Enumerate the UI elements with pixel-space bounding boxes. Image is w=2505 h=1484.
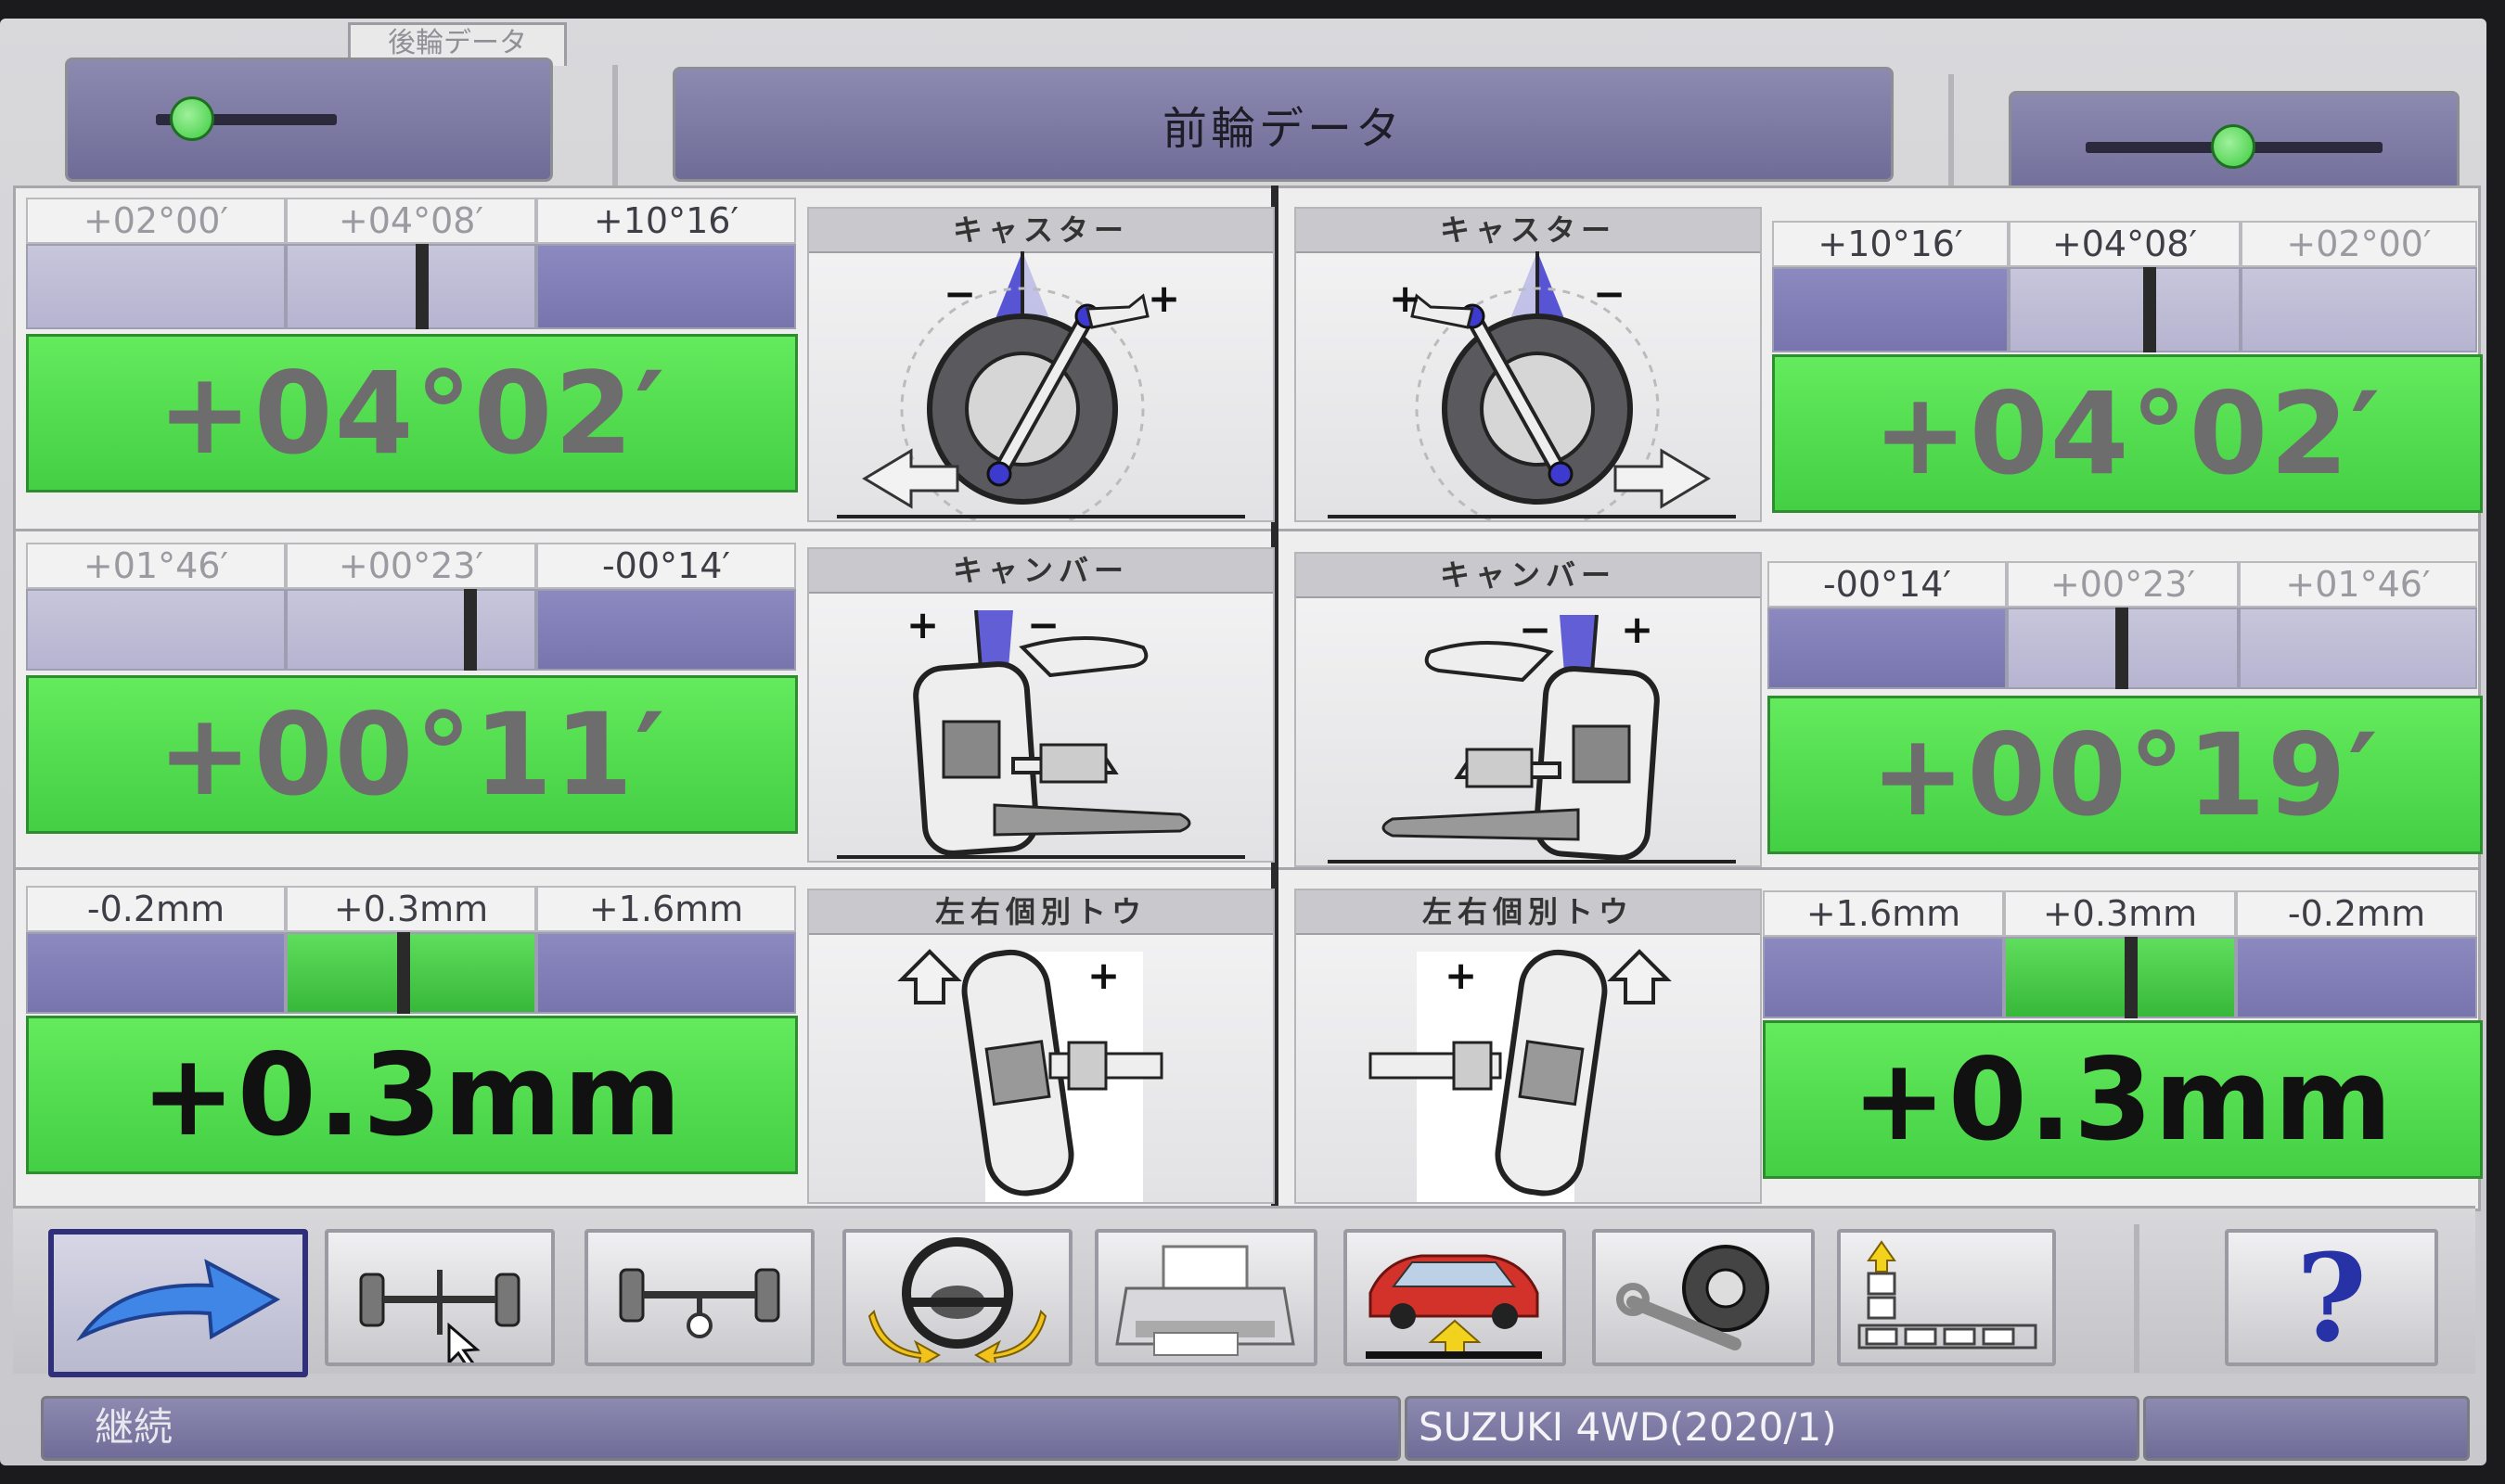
level-button[interactable]	[1837, 1229, 2056, 1366]
range-target-label: +00°23′	[2007, 561, 2239, 608]
range-target-label: +0.3mm	[2004, 890, 2236, 937]
range-min-label: +01°46′	[26, 543, 286, 589]
next-step-button[interactable]	[48, 1229, 308, 1377]
caster-left-illustration: キャスター − +	[807, 207, 1275, 522]
range-gauge	[1772, 267, 2477, 352]
status-right	[2143, 1396, 2470, 1461]
range-target-label: +04°08′	[286, 198, 536, 244]
vehicle-lift-button[interactable]	[1343, 1229, 1566, 1366]
print-button[interactable]	[1095, 1229, 1317, 1366]
toe-right-illustration: 左右個別トウ +	[1294, 889, 1762, 1204]
range-min-label: +02°00′	[2241, 221, 2477, 267]
range-max-label: +10°16′	[536, 198, 796, 244]
svg-text:+: +	[1445, 953, 1477, 998]
svg-text:−: −	[1593, 271, 1625, 316]
caster-right-value: +04°02′	[1772, 354, 2483, 513]
range-max-label: +1.6mm	[1763, 890, 2004, 937]
gauge-needle	[2115, 608, 2128, 689]
svg-text:+: +	[1389, 275, 1421, 321]
caster-left-value: +04°02′	[26, 334, 798, 493]
camber-right-illustration: キャンバー − +	[1294, 552, 1762, 867]
gauge-needle	[2143, 267, 2156, 352]
range-target-label: +0.3mm	[286, 886, 536, 932]
camber-left-illustration: キャンバー + −	[807, 547, 1275, 863]
gauge-needle	[397, 932, 410, 1014]
range-min-label: +02°00′	[26, 198, 286, 244]
toe-right-value: +0.3mm	[1763, 1020, 2483, 1179]
camber-right-value: +00°19′	[1767, 696, 2483, 854]
printer-icon	[1115, 1245, 1295, 1356]
car-lift-icon	[1366, 1254, 1542, 1359]
status-vehicle: SUZUKI 4WD(2020/1)	[1405, 1396, 2139, 1461]
range-max-label: +10°16′	[1772, 221, 2009, 267]
toe-left-illustration: 左右個別トウ +	[807, 889, 1275, 1204]
help-button[interactable]: ?	[2225, 1226, 2438, 1369]
range-max-label: +1.6mm	[536, 886, 796, 932]
svg-text:+: +	[1148, 275, 1180, 321]
rear-data-button[interactable]	[65, 58, 553, 182]
range-gauge	[26, 244, 796, 329]
steering-button[interactable]	[842, 1229, 1073, 1366]
range-gauge	[26, 589, 796, 671]
range-target-label: +00°23′	[286, 543, 536, 589]
gauge-needle	[464, 589, 477, 671]
level-bars-icon	[1857, 1240, 2037, 1350]
svg-text:−: −	[1027, 602, 1060, 647]
gauge-needle	[2125, 937, 2138, 1018]
status-continue[interactable]: 継続	[41, 1396, 1401, 1461]
range-max-label: -00°14′	[1767, 561, 2007, 608]
tools-button[interactable]	[1592, 1229, 1815, 1366]
range-target-label: +04°08′	[2009, 221, 2241, 267]
range-min-label: +01°46′	[2239, 561, 2477, 608]
caster-right-illustration: キャスター + −	[1294, 207, 1762, 522]
svg-text:+: +	[906, 602, 939, 647]
range-min-label: -0.2mm	[2236, 890, 2477, 937]
steering-wheel-icon	[867, 1237, 1047, 1362]
svg-text:+: +	[1087, 953, 1120, 998]
front-axle-button[interactable]	[325, 1229, 555, 1366]
svg-text:+: +	[1621, 607, 1653, 652]
range-gauge	[1763, 937, 2477, 1018]
position-indicator-icon	[2211, 124, 2255, 169]
position-indicator-icon	[170, 96, 214, 141]
svg-text:−: −	[1519, 607, 1551, 652]
range-gauge	[26, 932, 796, 1014]
front-axle-icon	[359, 1270, 520, 1362]
arrow-right-icon	[76, 1259, 281, 1342]
gauge-needle	[416, 244, 429, 329]
camber-left-value: +00°11′	[26, 675, 798, 834]
alignment-screen: 後輪データ 前輪データ +02°00′ +04°08′ +10°16′ +04°…	[0, 19, 2486, 1465]
page-title: 前輪データ	[673, 67, 1894, 182]
rear-axle-icon	[619, 1268, 780, 1338]
range-min-label: -0.2mm	[26, 886, 286, 932]
range-max-label: -00°14′	[536, 543, 796, 589]
svg-text:−: −	[944, 271, 976, 316]
wrench-wheel-icon	[1616, 1245, 1769, 1350]
help-icon: ?	[2295, 1226, 2368, 1369]
toe-left-value: +0.3mm	[26, 1016, 798, 1174]
rear-axle-button[interactable]	[584, 1229, 815, 1366]
